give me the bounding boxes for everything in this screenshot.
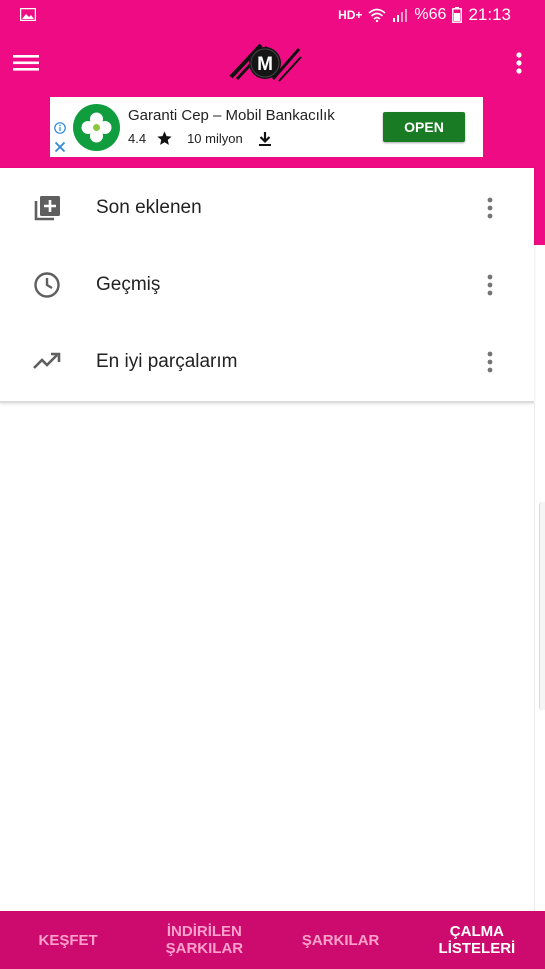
- info-icon[interactable]: [54, 122, 66, 134]
- tab-label: LİSTELERİ: [438, 940, 516, 957]
- playlist-label: En iyi parçalarım: [96, 351, 238, 372]
- ad-meta: 4.4 10 milyon: [128, 130, 273, 147]
- more-vertical-icon[interactable]: [486, 195, 494, 221]
- clock: 21:13: [468, 5, 511, 24]
- battery-icon: [452, 7, 463, 23]
- ad-title: Garanti Cep – Mobil Bankacılık: [128, 107, 335, 124]
- playlist-item-son-eklenen[interactable]: Son eklenen: [0, 169, 534, 247]
- tab-kesfet[interactable]: KEŞFET: [0, 911, 136, 969]
- status-bar: HD+ %66 21:13: [0, 0, 545, 30]
- trending-up-icon: [33, 352, 61, 369]
- tab-label: İNDİRİLEN: [166, 923, 242, 940]
- clover-icon: [73, 104, 120, 151]
- playlist-add-icon: [34, 196, 60, 221]
- status-indicators: HD+ %66 21:13: [338, 0, 511, 30]
- more-vertical-icon[interactable]: [486, 272, 494, 298]
- menu-icon[interactable]: [12, 49, 40, 77]
- close-icon[interactable]: [54, 141, 66, 153]
- playlist-item-gecmis[interactable]: Geçmiş: [0, 246, 534, 324]
- tab-label: ŞARKILAR: [165, 940, 244, 957]
- tab-sarkilar[interactable]: ŞARKILAR: [273, 911, 409, 969]
- playlist-label: Son eklenen: [96, 197, 202, 218]
- app-logo: M: [229, 43, 302, 82]
- ad-banner[interactable]: Garanti Cep – Mobil Bankacılık 4.4 10 mi…: [50, 97, 483, 157]
- content-divider: [534, 403, 535, 911]
- ad-downloads: 10 milyon: [187, 131, 243, 146]
- playlist-label: Geçmiş: [96, 274, 161, 295]
- tab-indirilen-sarkilar[interactable]: İNDİRİLEN ŞARKILAR: [136, 911, 272, 969]
- tab-calma-listeleri[interactable]: ÇALMA LİSTELERİ: [409, 911, 545, 969]
- tab-label: KEŞFET: [38, 931, 98, 949]
- tab-label: ÇALMA: [449, 923, 504, 940]
- more-vertical-icon[interactable]: [486, 349, 494, 375]
- tab-label: ŞARKILAR: [301, 931, 380, 949]
- star-icon: [157, 131, 172, 145]
- bottom-navigation: KEŞFET İNDİRİLEN ŞARKILAR ŞARKILAR ÇALMA…: [0, 911, 545, 969]
- ad-open-button[interactable]: OPEN: [383, 112, 465, 142]
- history-icon: [34, 272, 60, 298]
- playlist-item-en-iyi-parcalarim[interactable]: En iyi parçalarım: [0, 323, 534, 401]
- gallery-icon: [20, 8, 36, 21]
- signal-icon: [393, 9, 408, 22]
- playlist-list: Son eklenen Geçmiş En iyi parçalarım: [0, 168, 534, 403]
- app-bar: M: [0, 30, 545, 96]
- download-icon: [258, 131, 271, 146]
- wifi-icon: [368, 8, 386, 22]
- network-type: HD+: [338, 8, 363, 22]
- battery-percent: %66: [414, 6, 447, 23]
- more-vertical-icon[interactable]: [515, 49, 523, 77]
- scroll-handle[interactable]: [539, 502, 545, 710]
- ad-rating: 4.4: [128, 131, 147, 146]
- logo-letter: M: [257, 54, 273, 75]
